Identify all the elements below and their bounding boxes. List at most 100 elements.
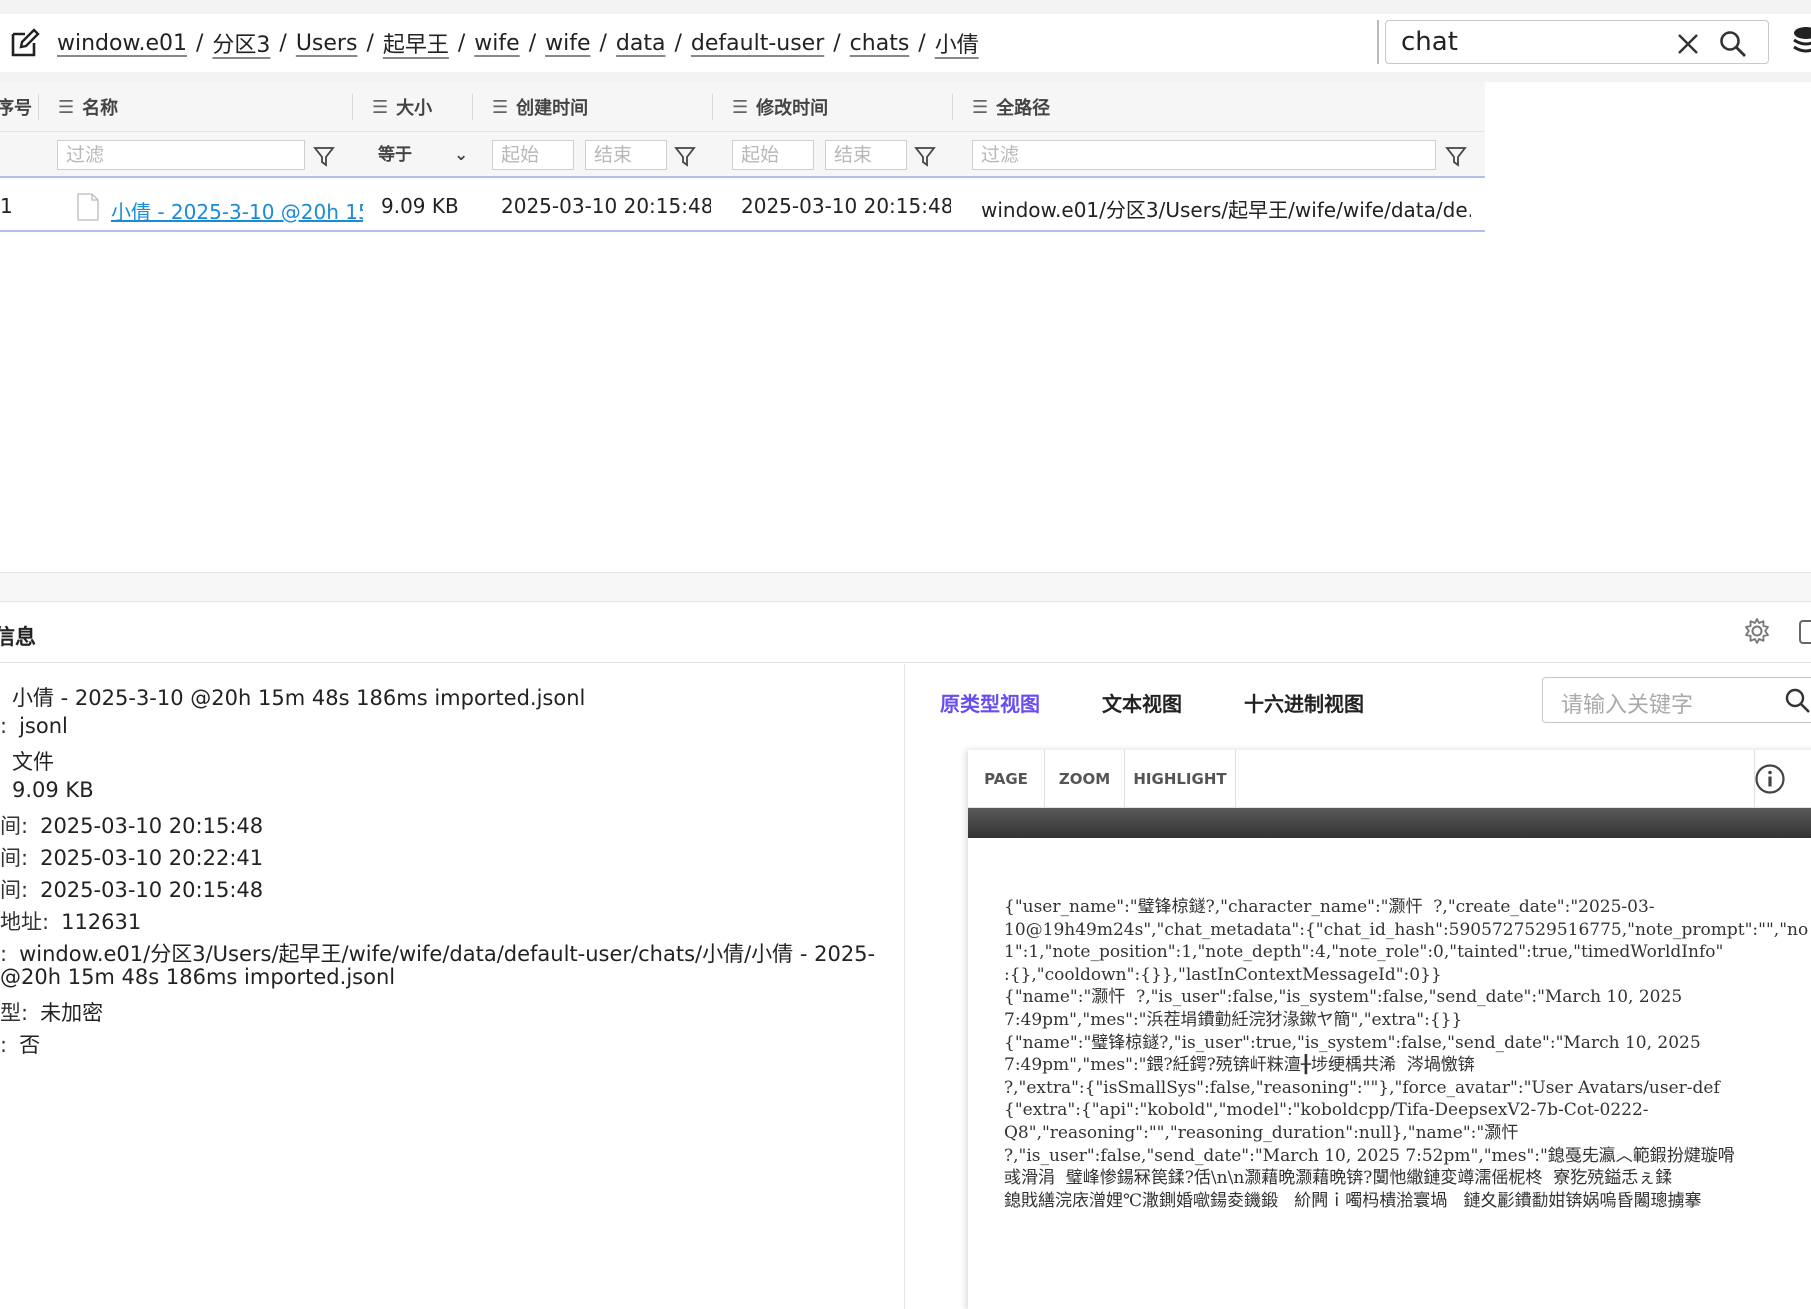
crumb-separator: / [528, 30, 537, 56]
row-modified: 2025-03-10 20:15:48 [741, 194, 951, 218]
crumb-window-e01[interactable]: window.e01 [57, 31, 187, 56]
col-path-label: 全路径 [996, 98, 1051, 119]
page-button[interactable]: PAGE [968, 750, 1045, 808]
column-menu-icon[interactable]: ☰ [492, 97, 508, 118]
viewer-title-bar [968, 808, 1811, 838]
content-line: {"name":"璧锋椋鐩?,"is_user":true,"is_system… [1004, 1032, 1701, 1053]
keyword-search-input[interactable]: 请输入关键字 [1542, 677, 1811, 723]
col-modified-label: 修改时间 [756, 98, 829, 119]
col-created[interactable]: ☰ 创建时间 [492, 82, 588, 132]
crumb-separator: / [833, 30, 841, 56]
zoom-button[interactable]: ZOOM [1045, 750, 1125, 808]
col-resizer[interactable] [352, 94, 353, 120]
size-operator-select[interactable]: 等于 ⌄ [378, 140, 474, 170]
info-value: 文件 [12, 750, 54, 774]
col-resizer[interactable] [712, 94, 713, 120]
filter-icon[interactable] [674, 145, 696, 167]
info-row-type: 文件 [0, 746, 54, 776]
info-key: : [0, 942, 8, 966]
col-size-label: 大小 [396, 98, 433, 119]
clear-icon[interactable] [1677, 33, 1699, 55]
gear-icon[interactable] [1743, 617, 1771, 645]
filter-icon[interactable] [914, 145, 936, 167]
maximize-icon[interactable] [1798, 619, 1811, 645]
modified-end-input[interactable]: 结束 [825, 140, 907, 170]
top-strip [0, 0, 1811, 14]
info-row-path: : window.e01/分区3/Users/起早王/wife/wife/data… [0, 938, 875, 968]
info-value: 否 [19, 1033, 41, 1057]
viewer-toolbar: PAGE ZOOM HIGHLIGHT [968, 750, 1811, 808]
info-value: window.e01/分区3/Users/起早王/wife/wife/data/… [19, 942, 876, 966]
crumb-wife[interactable]: wife [474, 31, 519, 56]
crumb-default-user[interactable]: default-user [691, 31, 824, 56]
file-info-list: 小倩 - 2025-3-10 @20h 15m 48s 186ms import… [0, 664, 905, 1309]
info-key: : [0, 1033, 8, 1057]
crumb-separator: / [366, 30, 374, 56]
column-menu-icon[interactable]: ☰ [372, 97, 388, 118]
created-start-input[interactable]: 起始 [492, 140, 574, 170]
crumb-users[interactable]: Users [296, 31, 358, 56]
info-icon[interactable] [1754, 763, 1786, 795]
tab-native-view[interactable]: 原类型视图 [940, 688, 1040, 717]
content-line: {"user_name":"璧锋椋鐩?,"character_name":"灏忓… [1004, 897, 1655, 917]
created-end-input[interactable]: 结束 [585, 140, 667, 170]
modified-start-input[interactable]: 起始 [732, 140, 814, 170]
filter-icon[interactable] [1445, 145, 1467, 167]
column-menu-icon[interactable]: ☰ [972, 97, 988, 118]
jsonl-content: {"user_name":"璧锋椋鐩?,"character_name":"灏忓… [1004, 896, 1811, 1212]
crumb-wife-2[interactable]: wife [545, 31, 590, 56]
info-row-name: 小倩 - 2025-3-10 @20h 15m 48s 186ms import… [0, 682, 585, 712]
filter-icon[interactable] [313, 145, 335, 167]
file-name-link[interactable]: 小倩 - 2025-3-10 @20h 15m 48s 186ms import… [111, 196, 363, 225]
row-created: 2025-03-10 20:15:48 [501, 194, 711, 218]
crumb-data[interactable]: data [616, 31, 666, 56]
crumb-separator: / [599, 30, 607, 56]
content-line: 10@19h49m24s","chat_metadata":{"chat_id_… [1004, 919, 1809, 940]
info-value: 2025-03-10 20:22:41 [40, 846, 264, 870]
col-modified[interactable]: ☰ 修改时间 [732, 82, 828, 132]
highlight-button[interactable]: HIGHLIGHT [1125, 750, 1236, 808]
info-value: 未加密 [40, 1001, 104, 1025]
search-icon[interactable] [1785, 688, 1811, 714]
crumb-user[interactable]: 起早王 [383, 27, 449, 59]
tab-hex-view[interactable]: 十六进制视图 [1244, 688, 1364, 717]
content-line: ?,"is_user":false,"send_date":"March 10,… [1004, 1145, 1735, 1166]
info-row-accessed: 间: 2025-03-10 20:15:48 [0, 874, 263, 904]
chevron-down-icon: ⌄ [454, 145, 469, 165]
stack-icon[interactable] [1792, 24, 1811, 58]
edit-path-icon[interactable] [10, 28, 40, 58]
content-line: 7:49pm","mes":"浜茬埍鐨勭紝浣犲湪鏉ヤ簡","extra":{}} [1004, 1009, 1463, 1030]
col-path[interactable]: ☰ 全路径 [972, 82, 1050, 132]
name-filter-input[interactable]: 过滤 [57, 140, 305, 170]
crumb-xiaoqian[interactable]: 小倩 [935, 27, 979, 59]
info-row-size: 9.09 KB [0, 778, 94, 802]
breadcrumb: window.e01 / 分区3 / Users / 起早王 / wife / wife /… [57, 27, 979, 59]
col-resizer[interactable] [38, 94, 39, 120]
info-value: 2025-03-10 20:15:48 [40, 814, 264, 838]
column-menu-icon[interactable]: ☰ [732, 97, 748, 118]
content-line: ?,"extra":{"isSmallSys":false,"reasoning… [1004, 1077, 1720, 1098]
info-row-path-cont: @20h 15m 48s 186ms imported.jsonl [0, 965, 395, 989]
crumb-chats[interactable]: chats [850, 31, 910, 56]
col-resizer[interactable] [952, 94, 953, 120]
search-input[interactable]: chat [1385, 20, 1769, 64]
search-query[interactable]: chat [1401, 27, 1458, 57]
crumb-separator: / [674, 30, 682, 56]
crumb-partition[interactable]: 分区3 [212, 27, 270, 59]
search-icon[interactable] [1719, 30, 1747, 58]
info-value: 2025-03-10 20:15:48 [40, 878, 264, 902]
keyword-placeholder: 请输入关键字 [1561, 693, 1694, 718]
content-line: 7:49pm","mes":"鍡?紝鍔?殑锛屽粖澶╂埗绠楀共浠 涔堝憿锛 [1004, 1055, 1475, 1076]
col-name[interactable]: ☰ 名称 [58, 82, 118, 132]
info-row-address: 地址: 112631 [0, 906, 141, 936]
column-menu-icon[interactable]: ☰ [58, 97, 74, 118]
path-filter-input[interactable]: 过滤 [972, 140, 1436, 170]
col-size[interactable]: ☰ 大小 [372, 82, 432, 132]
col-resizer[interactable] [472, 94, 473, 120]
panel-splitter[interactable] [0, 572, 1811, 602]
col-index[interactable]: 序号 [0, 82, 32, 132]
tab-text-view[interactable]: 文本视图 [1102, 688, 1182, 717]
col-name-label: 名称 [82, 98, 119, 119]
toolbar-divider [1377, 20, 1379, 64]
table-row[interactable]: 1 小倩 - 2025-3-10 @20h 15m 48s 186ms impo… [0, 180, 1485, 232]
